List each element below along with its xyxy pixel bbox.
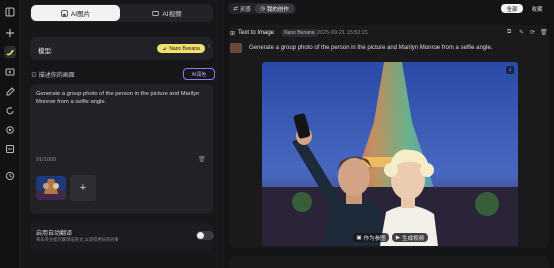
filter-favorites-button[interactable]: 收藏: [526, 4, 548, 13]
my-works-tab[interactable]: ◷ 我的创作: [255, 4, 294, 13]
filter-all-button[interactable]: 全部: [501, 4, 523, 13]
chevron-right-icon: ›: [208, 44, 210, 50]
generate-video-label: 生成视频: [402, 235, 425, 242]
tab-ai-video[interactable]: AI视频: [122, 5, 212, 21]
edit-icon[interactable]: [4, 86, 16, 98]
ai-polish-button[interactable]: AI润色: [183, 68, 215, 80]
left-rail: [0, 0, 21, 268]
download-icon[interactable]: ↓: [506, 66, 514, 74]
regenerate-icon[interactable]: ⟳: [530, 29, 535, 36]
copy-icon[interactable]: ⧉: [507, 29, 511, 36]
banana-icon[interactable]: [4, 46, 16, 58]
image-icon: [61, 9, 68, 17]
generated-image[interactable]: ▣ 作为参图 ▶ 生成视频 ↓: [262, 62, 518, 246]
inspiration-tab[interactable]: ⇄ 灵感: [230, 4, 254, 13]
settings-icon[interactable]: [4, 124, 16, 136]
inspiration-label: 灵感: [239, 6, 251, 13]
trash-icon[interactable]: 🗑: [198, 156, 206, 163]
reference-mini-thumbnail[interactable]: [230, 43, 242, 53]
my-works-label: 我的创作: [266, 6, 289, 13]
video-icon[interactable]: [4, 66, 16, 78]
video-tab-icon: [152, 10, 160, 16]
model-label: 模型:: [38, 48, 53, 55]
mode-tabs: AI图片 AI视频: [30, 4, 213, 22]
text-image-icon: ⊞: [230, 31, 236, 37]
tools-icon[interactable]: [4, 143, 16, 155]
edit-result-icon[interactable]: ✎: [519, 29, 524, 36]
prompt-box: Generate a group photo of the person in …: [30, 84, 213, 214]
banana-badge-icon: [162, 47, 167, 51]
result-timestamp: 2025-09-21 15:52:21: [317, 30, 369, 36]
prompt-section-label: ⊙ 描述你的画面: [31, 70, 75, 79]
next-result-card: [229, 256, 549, 268]
tab-ai-image-label: AI图片: [70, 11, 91, 18]
result-model-badge: Nano Banana: [281, 29, 318, 37]
history-icon[interactable]: [4, 170, 16, 182]
sparkle-icon: ⇄: [233, 5, 238, 12]
delete-icon[interactable]: 🗑: [540, 29, 548, 36]
use-as-reference-button[interactable]: ▣ 作为参图: [353, 233, 389, 242]
video-gen-icon: ▶: [395, 234, 401, 241]
tab-ai-image[interactable]: AI图片: [31, 5, 120, 21]
result-card: ⊞ Text to Image Nano Banana 2025-09-21 1…: [229, 25, 549, 248]
add-icon[interactable]: [4, 27, 16, 39]
sidebar-icon[interactable]: [4, 6, 16, 18]
use-as-reference-label: 作为参图: [363, 235, 386, 242]
result-title: Text to Image: [238, 30, 275, 36]
add-image-button[interactable]: +: [70, 175, 96, 201]
reference-thumbnail[interactable]: [36, 176, 66, 200]
prompt-section-text: 描述你的画面: [38, 73, 75, 79]
generate-video-button[interactable]: ▶ 生成视频: [392, 233, 428, 242]
translate-hint: 将非英文提示翻译成英文,以获得更好的效果: [36, 237, 119, 242]
results-panel: ⇄ 灵感 ◷ 我的创作 全部 收藏 ⊞ Text to Image Nano Ban…: [222, 0, 554, 268]
model-value: Nano Banana: [169, 45, 200, 52]
generation-panel: AI图片 AI视频 模型: Nano Banana › ⊙ 描述你的画面 AI润…: [22, 0, 220, 268]
clock-icon: ◷: [260, 5, 265, 12]
char-counter: 91/1000: [36, 157, 56, 163]
translate-toggle[interactable]: [196, 231, 214, 240]
auto-translate-row: 启用自动翻译 将非英文提示翻译成英文,以获得更好的效果: [30, 222, 214, 252]
prompt-textarea[interactable]: Generate a group photo of the person in …: [36, 90, 201, 106]
result-prompt: Generate a group photo of the person in …: [249, 45, 493, 51]
model-badge: Nano Banana: [157, 44, 205, 53]
location-icon: ⊙: [31, 73, 38, 79]
tab-ai-video-label: AI视频: [162, 11, 182, 18]
translate-label: 启用自动翻译: [36, 231, 73, 237]
image-ref-icon: ▣: [356, 234, 362, 241]
refresh-icon[interactable]: [4, 105, 16, 117]
model-selector[interactable]: 模型: Nano Banana ›: [30, 37, 213, 60]
toggle-knob: [197, 232, 204, 239]
